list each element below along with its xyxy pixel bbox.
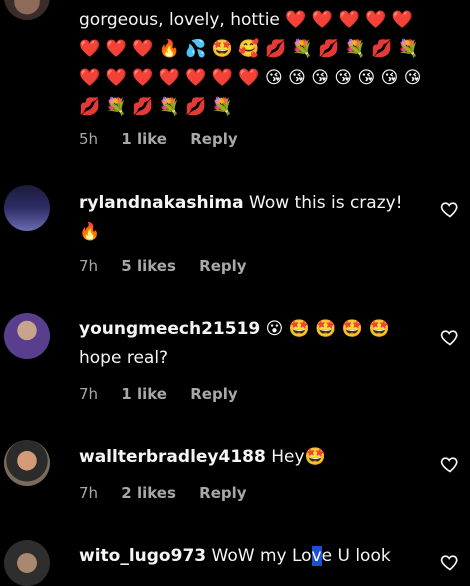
likes-count[interactable]: 5 likes bbox=[121, 257, 176, 275]
timestamp: 7h bbox=[79, 484, 99, 502]
username[interactable]: wito_lugo973 bbox=[79, 546, 206, 566]
comment-text: rylandnakashima Wow this is crazy! 🔥 bbox=[79, 189, 424, 247]
comment-text-body: WoW my Love U look bbox=[211, 546, 391, 566]
reply-button[interactable]: Reply bbox=[190, 130, 237, 148]
like-heart-icon[interactable] bbox=[440, 552, 460, 572]
likes-count[interactable]: 2 likes bbox=[121, 484, 176, 502]
avatar[interactable] bbox=[4, 540, 50, 586]
comment-text-body: gorgeous, lovely, hottie ❤️ ❤️ ❤️ ❤️ ❤️ … bbox=[79, 10, 422, 117]
timestamp: 7h bbox=[79, 385, 99, 403]
avatar[interactable] bbox=[4, 313, 50, 359]
comment-text: wallterbradley4188 Hey🤩 bbox=[79, 443, 424, 472]
username[interactable]: youngmeech21519 bbox=[79, 319, 260, 339]
comment-text: gorgeous, lovely, hottie ❤️ ❤️ ❤️ ❤️ ❤️ … bbox=[79, 6, 424, 122]
username[interactable]: rylandnakashima bbox=[79, 193, 244, 213]
reply-button[interactable]: Reply bbox=[190, 385, 237, 403]
likes-count[interactable]: 1 like bbox=[121, 130, 167, 148]
avatar[interactable] bbox=[4, 0, 50, 20]
comment-text-body: Hey🤩 bbox=[271, 447, 326, 467]
reply-button[interactable]: Reply bbox=[199, 257, 246, 275]
comment-text: youngmeech21519 😮 🤩 🤩 🤩 🤩 hope real? bbox=[79, 315, 424, 373]
text-selection-highlight: v bbox=[311, 546, 322, 566]
like-heart-icon[interactable] bbox=[440, 199, 460, 219]
reply-button[interactable]: Reply bbox=[199, 484, 246, 502]
avatar[interactable] bbox=[4, 440, 50, 486]
likes-count[interactable]: 1 like bbox=[121, 385, 167, 403]
like-heart-icon[interactable] bbox=[440, 454, 460, 474]
username[interactable]: wallterbradley4188 bbox=[79, 447, 266, 467]
timestamp: 7h bbox=[79, 257, 99, 275]
avatar[interactable] bbox=[4, 185, 50, 231]
like-heart-icon[interactable] bbox=[440, 327, 460, 347]
comment-text: wito_lugo973 WoW my Love U look bbox=[79, 542, 424, 571]
timestamp: 5h bbox=[79, 130, 99, 148]
